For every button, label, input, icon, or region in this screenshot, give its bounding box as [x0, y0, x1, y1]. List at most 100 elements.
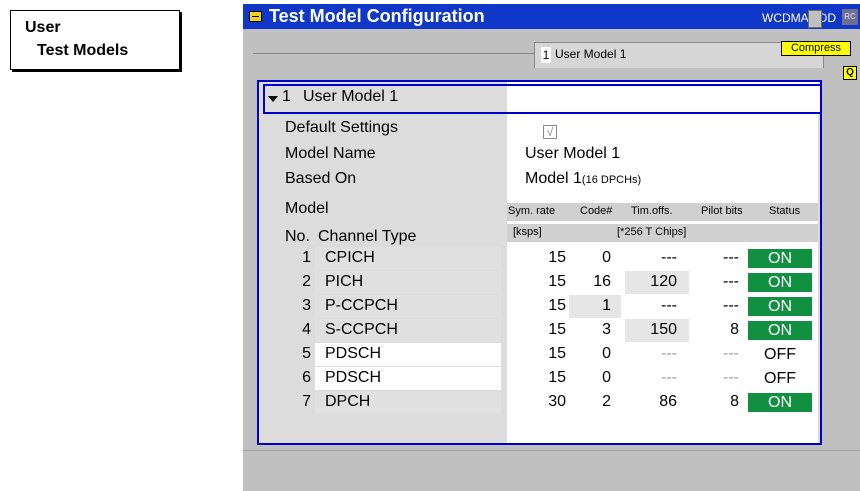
code-cell[interactable]: 3 — [569, 319, 621, 342]
sym-rate-value: 15 — [548, 321, 566, 338]
tim-offs-value: 86 — [659, 393, 677, 410]
row-number: 1 — [302, 249, 311, 266]
code-cell[interactable]: 2 — [569, 391, 621, 414]
table-row[interactable]: 4 S-CCPCH 15 3 150 8 ON — [259, 319, 820, 342]
code-value: 1 — [602, 297, 611, 314]
table-row[interactable]: 6 PDSCH 15 0 --- --- OFF — [259, 367, 820, 390]
channel-type-cell: PDSCH — [315, 343, 501, 366]
pilot-bits-value: --- — [723, 297, 739, 314]
channel-type-cell: DPCH — [315, 391, 501, 414]
tim-offs-cell[interactable]: 120 — [625, 271, 689, 294]
row-number: 4 — [302, 321, 311, 338]
tim-offs-cell: --- — [625, 343, 689, 366]
model-label: Model — [285, 200, 329, 217]
tim-offs-value: --- — [661, 369, 677, 386]
units-row: [ksps] [*256 T Chips] — [507, 224, 818, 242]
col-pilot-bits: Pilot bits — [701, 205, 743, 217]
header-model-number: 1 — [282, 88, 291, 105]
network-mode-label: WCDMA FDD — [762, 11, 836, 25]
based-on-label: Based On — [285, 170, 357, 187]
based-on-detail: (16 DPCHs) — [581, 174, 642, 186]
default-settings-checkbox[interactable]: √ — [543, 125, 557, 139]
row-number: 2 — [302, 273, 311, 290]
model-name-value[interactable]: User Model 1 — [525, 145, 620, 163]
quick-button[interactable]: Q — [843, 66, 857, 80]
tim-offs-cell[interactable]: 150 — [625, 319, 689, 342]
col-code: Code# — [580, 205, 613, 217]
section-label-line1: User — [25, 19, 61, 36]
units-sym: [ksps] — [513, 226, 542, 238]
code-value: 0 — [602, 369, 611, 386]
window-menu-icon[interactable] — [249, 11, 262, 22]
tim-offs-cell: --- — [625, 247, 689, 270]
compress-button[interactable]: Compress — [781, 41, 851, 56]
table-row[interactable]: 3 P-CCPCH 15 1 --- --- ON — [259, 295, 820, 318]
no-label: No. — [285, 228, 310, 245]
status-toggle[interactable]: ON — [748, 297, 812, 316]
row-number: 3 — [302, 297, 311, 314]
tim-offs-value: --- — [661, 249, 677, 266]
channel-type-cell: S-CCPCH — [315, 319, 501, 342]
channel-type-cell: CPICH — [315, 247, 501, 270]
status-toggle[interactable]: ON — [748, 321, 812, 340]
table-row[interactable]: 5 PDSCH 15 0 --- --- OFF — [259, 343, 820, 366]
code-value: 3 — [602, 321, 611, 338]
header-model-name: User Model 1 — [303, 88, 399, 105]
section-label-box: User Test Models — [10, 10, 180, 70]
code-cell[interactable]: 1 — [569, 295, 621, 318]
pilot-bits-value: --- — [723, 369, 739, 386]
pilot-bits-value[interactable]: 8 — [695, 393, 739, 411]
column-header-row: Sym. rate Code# Tim.offs. Pilot bits Sta… — [507, 203, 818, 221]
remote-control-icon: RC — [842, 9, 858, 25]
col-tim-offs: Tim.offs. — [631, 205, 673, 217]
default-settings-label: Default Settings — [285, 119, 398, 136]
code-value: 16 — [593, 273, 611, 290]
code-cell[interactable]: 0 — [569, 367, 621, 390]
tim-offs-value: --- — [661, 297, 677, 314]
tim-offs-cell: --- — [625, 295, 689, 318]
channel-type: P-CCPCH — [325, 297, 398, 314]
status-toggle[interactable]: OFF — [748, 369, 812, 388]
bottom-divider — [243, 450, 860, 451]
channel-type: PDSCH — [325, 345, 382, 362]
scrollbar-thumb[interactable] — [808, 10, 822, 28]
table-row[interactable]: 2 PICH 15 16 120 --- ON — [259, 271, 820, 294]
channel-type: S-CCPCH — [325, 321, 398, 338]
sym-rate-value: 15 — [548, 249, 566, 266]
row-number: 7 — [302, 393, 311, 410]
status-toggle[interactable]: ON — [748, 273, 812, 292]
tim-offs-value: --- — [661, 345, 677, 362]
code-value: 0 — [602, 249, 611, 266]
test-model-window: Test Model Configuration WCDMA FDD RC 1 … — [243, 4, 860, 491]
user-model-header-row[interactable]: 1 User Model 1 — [263, 84, 822, 114]
sym-rate-value: 15 — [548, 273, 566, 290]
channel-type: PICH — [325, 273, 364, 290]
channel-type-cell: PICH — [315, 271, 501, 294]
sym-rate-value: 15 — [548, 369, 566, 386]
code-value: 2 — [602, 393, 611, 410]
table-row[interactable]: 1 CPICH 15 0 --- --- ON — [259, 247, 820, 270]
tim-offs-value: 120 — [650, 273, 677, 290]
tim-offs-cell[interactable]: 86 — [625, 391, 689, 414]
status-toggle[interactable]: ON — [748, 249, 812, 268]
code-cell[interactable]: 0 — [569, 247, 621, 270]
pilot-bits-value: --- — [723, 249, 739, 266]
channel-type-cell: PDSCH — [315, 367, 501, 390]
expand-triangle-icon[interactable] — [268, 96, 278, 102]
code-cell[interactable]: 0 — [569, 343, 621, 366]
model-configuration-frame: Default Settings √ Model Name User Model… — [257, 80, 822, 445]
pilot-bits-value[interactable]: 8 — [695, 321, 739, 339]
header-value-area — [507, 86, 820, 112]
tim-offs-value: 150 — [650, 321, 677, 338]
status-toggle[interactable]: ON — [748, 393, 812, 412]
channel-type-cell: P-CCPCH — [315, 295, 501, 318]
units-chips: [*256 T Chips] — [617, 226, 687, 238]
status-toggle[interactable]: OFF — [748, 345, 812, 364]
table-row[interactable]: 7 DPCH 30 2 86 8 ON — [259, 391, 820, 414]
pilot-bits-value: --- — [723, 273, 739, 290]
based-on-value[interactable]: Model 1(16 DPCHs) — [525, 170, 641, 188]
sym-rate-value: 30 — [548, 393, 566, 410]
channel-type: DPCH — [325, 393, 371, 410]
code-cell[interactable]: 16 — [569, 271, 621, 294]
col-status: Status — [769, 205, 801, 217]
